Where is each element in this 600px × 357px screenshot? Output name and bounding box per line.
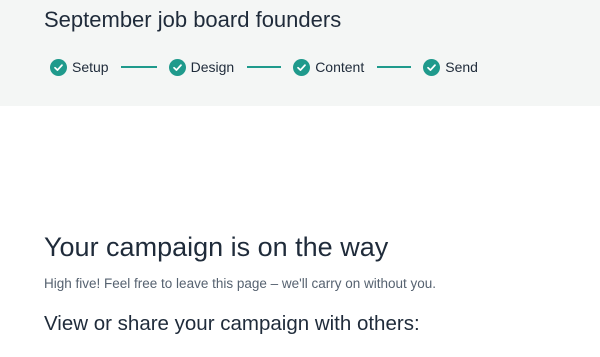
step-design[interactable]: Design [168,58,235,76]
step-connector [247,66,282,68]
confirmation-heading: Your campaign is on the way [44,232,389,262]
campaign-title: September job board founders [44,7,342,32]
progress-steps: Setup Design Content Send [50,57,478,77]
step-label: Setup [72,59,109,75]
check-circle-icon [293,58,311,76]
step-label: Design [190,59,235,75]
step-send[interactable]: Send [423,58,478,76]
confirmation-subtitle: High five! Feel free to leave this page … [44,276,437,291]
check-circle-icon [168,58,186,76]
share-heading: View or share your campaign with others: [44,312,420,335]
step-setup[interactable]: Setup [50,58,109,76]
step-content[interactable]: Content [293,58,365,76]
step-label: Content [315,59,365,75]
check-circle-icon [50,58,67,76]
step-connector [120,66,157,68]
check-circle-icon [423,58,441,76]
step-label: Send [445,59,478,75]
campaign-header: September job board founders Setup Desig… [0,0,600,106]
step-connector [377,66,412,68]
